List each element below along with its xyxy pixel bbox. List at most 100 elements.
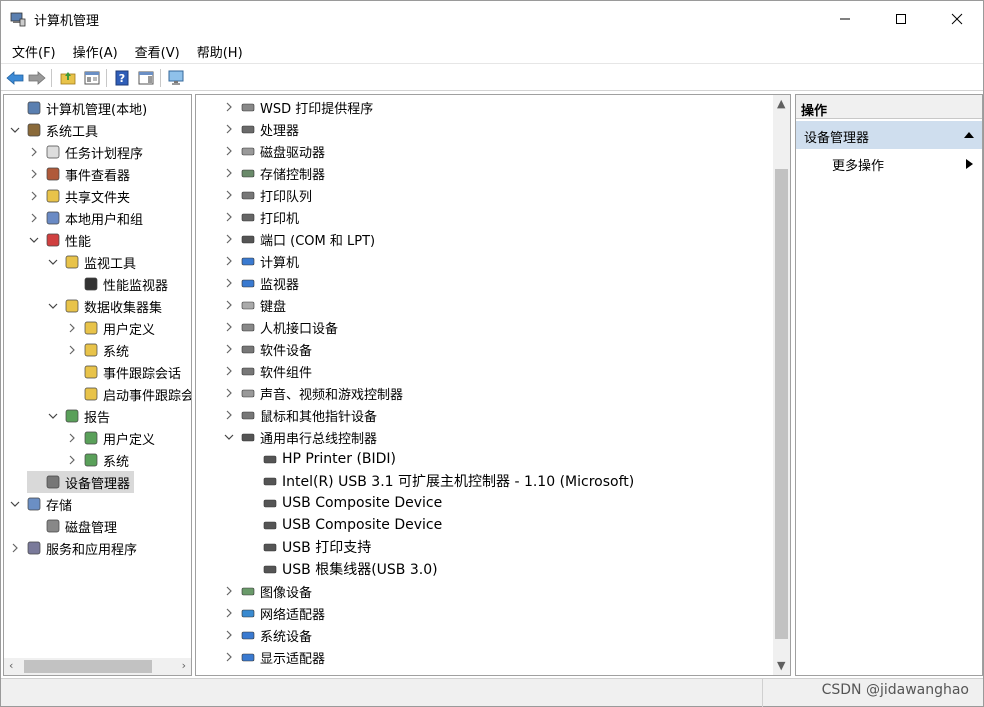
device-category-item[interactable]: 存储控制器 (222, 162, 325, 184)
scroll-right-icon[interactable]: › (182, 659, 186, 672)
collapsed-chevron-icon[interactable] (67, 433, 77, 443)
tree-item-12[interactable]: 事件跟踪会话 (65, 361, 181, 383)
close-button[interactable] (929, 1, 984, 37)
submenu-arrow-icon[interactable] (966, 159, 973, 169)
maximize-button[interactable] (873, 1, 929, 37)
scroll-left-icon[interactable]: ‹ (9, 659, 13, 672)
device-category-item[interactable]: 软件设备 (222, 338, 312, 360)
collapsed-chevron-icon[interactable] (224, 410, 234, 420)
tree-expander[interactable] (27, 167, 41, 181)
collapsed-chevron-icon[interactable] (29, 191, 39, 201)
device-expander[interactable] (222, 122, 236, 136)
expanded-chevron-icon[interactable] (10, 499, 20, 509)
collapsed-chevron-icon[interactable] (224, 102, 234, 112)
tree-expander[interactable] (8, 497, 22, 511)
usb-device-item[interactable]: Intel(R) USB 3.1 可扩展主机控制器 - 1.10 (Micros… (262, 470, 634, 492)
tree-item-8[interactable]: 性能监视器 (65, 273, 168, 295)
collapsed-chevron-icon[interactable] (67, 345, 77, 355)
tree-expander[interactable] (65, 453, 79, 467)
tree-item-11[interactable]: 系统 (65, 339, 129, 361)
expanded-chevron-icon[interactable] (48, 301, 58, 311)
device-category-item[interactable]: 计算机 (222, 250, 299, 272)
expanded-chevron-icon[interactable] (10, 125, 20, 135)
device-expander[interactable] (222, 342, 236, 356)
device-category-item[interactable]: 打印队列 (222, 184, 312, 206)
back-button[interactable] (5, 68, 25, 88)
device-expander[interactable] (222, 166, 236, 180)
device-category-item[interactable]: 鼠标和其他指针设备 (222, 404, 377, 426)
collapsed-chevron-icon[interactable] (224, 366, 234, 376)
device-category-item[interactable]: 打印机 (222, 206, 299, 228)
device-expander[interactable] (222, 210, 236, 224)
scroll-down-icon[interactable]: ▼ (777, 659, 785, 672)
device-category-item[interactable]: 通用串行总线控制器 (222, 426, 377, 448)
device-category-item[interactable]: WSD 打印提供程序 (222, 96, 373, 118)
usb-device-item[interactable]: HP Printer (BIDI) (262, 448, 396, 470)
monitor-button[interactable] (166, 68, 186, 88)
tree-expander[interactable] (65, 321, 79, 335)
collapsed-chevron-icon[interactable] (29, 147, 39, 157)
device-category-item[interactable]: 键盘 (222, 294, 286, 316)
menu-action[interactable]: 操作(A) (64, 38, 126, 62)
collapsed-chevron-icon[interactable] (224, 344, 234, 354)
device-expander[interactable] (222, 298, 236, 312)
collapsed-chevron-icon[interactable] (224, 124, 234, 134)
tree-expander[interactable] (65, 431, 79, 445)
tree-item-4[interactable]: 共享文件夹 (27, 185, 130, 207)
tree-expander[interactable] (27, 233, 41, 247)
device-expander[interactable] (222, 144, 236, 158)
expanded-chevron-icon[interactable] (224, 432, 234, 442)
tree-item-3[interactable]: 事件查看器 (27, 163, 130, 185)
menu-help[interactable]: 帮助(H) (188, 38, 251, 62)
tree-item-20[interactable]: 服务和应用程序 (8, 537, 137, 559)
device-category-item[interactable]: 网络适配器 (222, 602, 325, 624)
menu-file[interactable]: 文件(F) (3, 38, 64, 62)
actions-section-device-manager[interactable]: 设备管理器 (796, 121, 982, 149)
center-scroll-thumb[interactable] (775, 169, 788, 639)
help-button[interactable]: ? (112, 68, 132, 88)
tree-expander[interactable] (46, 299, 60, 313)
tree-item-10[interactable]: 用户定义 (65, 317, 155, 339)
collapsed-chevron-icon[interactable] (224, 146, 234, 156)
collapsed-chevron-icon[interactable] (67, 323, 77, 333)
device-expander[interactable] (222, 430, 236, 444)
menu-view[interactable]: 查看(V) (126, 38, 188, 62)
center-vertical-scrollbar[interactable]: ▲ ▼ (773, 95, 790, 675)
device-expander[interactable] (222, 606, 236, 620)
collapsed-chevron-icon[interactable] (224, 256, 234, 266)
tree-expander[interactable] (8, 541, 22, 555)
device-category-item[interactable]: 显示适配器 (222, 646, 325, 668)
tree-item-14[interactable]: 报告 (46, 405, 110, 427)
tree-item-9[interactable]: 数据收集器集 (46, 295, 162, 317)
expanded-chevron-icon[interactable] (29, 235, 39, 245)
usb-device-item[interactable]: USB Composite Device (262, 514, 442, 536)
collapsed-chevron-icon[interactable] (29, 213, 39, 223)
collapsed-chevron-icon[interactable] (224, 652, 234, 662)
device-expander[interactable] (222, 364, 236, 378)
device-category-item[interactable]: 端口 (COM 和 LPT) (222, 228, 375, 250)
collapsed-chevron-icon[interactable] (224, 630, 234, 640)
tree-expander[interactable] (27, 145, 41, 159)
device-expander[interactable] (222, 650, 236, 664)
device-category-item[interactable]: 软件组件 (222, 360, 312, 382)
collapsed-chevron-icon[interactable] (224, 168, 234, 178)
collapsed-chevron-icon[interactable] (224, 388, 234, 398)
more-actions-item[interactable]: 更多操作 (832, 155, 884, 174)
usb-device-item[interactable]: USB 打印支持 (262, 536, 371, 558)
collapsed-chevron-icon[interactable] (224, 190, 234, 200)
scroll-up-icon[interactable]: ▲ (777, 97, 785, 110)
tree-item-2[interactable]: 任务计划程序 (27, 141, 143, 163)
device-category-item[interactable]: 声音、视频和游戏控制器 (222, 382, 403, 404)
tree-item-6[interactable]: 性能 (27, 229, 91, 251)
device-category-item[interactable]: 系统设备 (222, 624, 312, 646)
tree-item-0[interactable]: 计算机管理(本地) (8, 97, 147, 119)
device-expander[interactable] (222, 254, 236, 268)
show-hide-action-pane-button[interactable] (136, 68, 156, 88)
tree-item-17[interactable]: 设备管理器 (27, 471, 135, 493)
collapsed-chevron-icon[interactable] (224, 586, 234, 596)
device-expander[interactable] (222, 386, 236, 400)
collapsed-chevron-icon[interactable] (224, 234, 234, 244)
tree-expander[interactable] (65, 343, 79, 357)
device-expander[interactable] (222, 408, 236, 422)
left-horizontal-scrollbar[interactable]: ‹ › (4, 658, 191, 675)
